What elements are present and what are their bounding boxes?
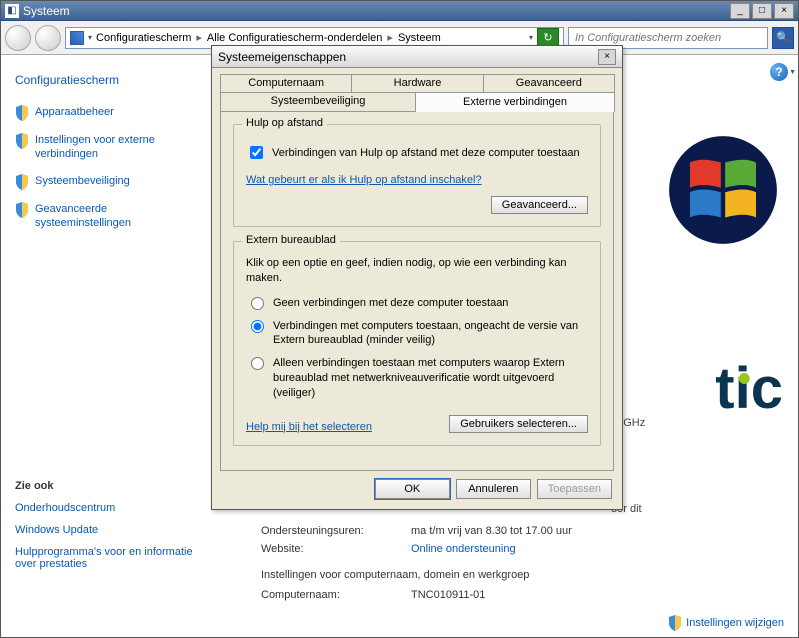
control-panel-home-link[interactable]: Configuratiescherm xyxy=(15,73,197,87)
rd-option-nla-label: Alleen verbindingen toestaan met compute… xyxy=(273,356,588,401)
maximize-button[interactable]: □ xyxy=(752,3,772,19)
sidebar-task-remote-settings[interactable]: Instellingen voor externe verbindingen xyxy=(15,133,197,162)
windows-logo xyxy=(668,135,778,245)
computer-name-value: TNC010911-01 xyxy=(411,589,485,601)
tab-hardware[interactable]: Hardware xyxy=(351,74,483,92)
see-also-heading: Zie ook xyxy=(15,480,197,492)
shield-icon xyxy=(15,202,29,218)
remote-assistance-group: Hulp op afstand Verbindingen van Hulp op… xyxy=(233,124,601,227)
system-info: Ondersteuningsuren: ma t/m vrij van 8.30… xyxy=(261,525,778,607)
computer-name-label: Computernaam: xyxy=(261,589,411,601)
computer-name-section-heading: Instellingen voor computernaam, domein e… xyxy=(261,569,778,581)
remote-assistance-help-link[interactable]: Wat gebeurt er als ik Hulp op afstand in… xyxy=(246,174,588,186)
dialog-titlebar: Systeemeigenschappen × xyxy=(212,46,622,68)
dialog-close-button[interactable]: × xyxy=(598,49,616,65)
rd-option-any-radio[interactable] xyxy=(251,320,264,333)
help-dropdown-icon[interactable]: ▼ xyxy=(789,69,796,76)
see-also-action-center[interactable]: Onderhoudscentrum xyxy=(15,502,197,514)
sidebar-task-device-manager[interactable]: Apparaatbeheer xyxy=(15,105,197,121)
tab-advanced[interactable]: Geavanceerd xyxy=(483,74,615,92)
online-support-link[interactable]: Online ondersteuning xyxy=(411,543,516,555)
tic-logo: ti•c xyxy=(715,355,783,422)
allow-remote-assistance-label: Verbindingen van Hulp op afstand met dez… xyxy=(272,147,580,159)
select-users-button[interactable]: Gebruikers selecteren... xyxy=(449,415,588,433)
help-icon[interactable]: ? xyxy=(770,63,788,81)
support-hours-label: Ondersteuningsuren: xyxy=(261,525,411,537)
breadcrumb[interactable]: Configuratiescherm xyxy=(96,32,191,44)
ok-button[interactable]: OK xyxy=(375,479,450,499)
see-also-windows-update[interactable]: Windows Update xyxy=(15,524,197,536)
change-settings-link[interactable]: Instellingen wijzigen xyxy=(668,615,784,631)
remote-desktop-description: Klik op een optie en geef, indien nodig,… xyxy=(246,256,588,286)
tab-computer-name[interactable]: Computernaam xyxy=(220,74,352,92)
website-label: Website: xyxy=(261,543,411,555)
breadcrumb[interactable]: Systeem xyxy=(398,32,441,44)
shield-icon xyxy=(15,105,29,121)
cancel-button[interactable]: Annuleren xyxy=(456,479,531,499)
support-hours-value: ma t/m vrij van 8.30 tot 17.00 uur xyxy=(411,525,572,537)
system-icon: ◧ xyxy=(5,4,19,18)
apply-button: Toepassen xyxy=(537,479,612,499)
see-also-performance[interactable]: Hulpprogramma's voor en informatie over … xyxy=(15,546,197,570)
sidebar-item-label: Instellingen voor externe verbindingen xyxy=(35,133,197,162)
tab-panel-remote: Hulp op afstand Verbindingen van Hulp op… xyxy=(220,111,614,471)
dialog-footer: OK Annuleren Toepassen xyxy=(212,471,622,509)
breadcrumb[interactable]: Alle Configuratiescherm-onderdelen xyxy=(207,32,382,44)
rd-option-any-label: Verbindingen met computers toestaan, ong… xyxy=(273,319,588,349)
remote-assistance-legend: Hulp op afstand xyxy=(242,117,327,129)
minimize-button[interactable]: _ xyxy=(730,3,750,19)
tab-remote[interactable]: Externe verbindingen xyxy=(415,92,615,112)
forward-button[interactable] xyxy=(35,25,61,51)
remote-desktop-group: Extern bureaublad Klik op een optie en g… xyxy=(233,241,601,446)
system-properties-dialog: Systeemeigenschappen × Computernaam Hard… xyxy=(211,45,623,510)
sidebar-item-label: Apparaatbeheer xyxy=(35,105,114,119)
sidebar: Configuratiescherm Apparaatbeheer Instel… xyxy=(1,55,211,637)
allow-remote-assistance-checkbox[interactable] xyxy=(250,146,263,159)
sidebar-item-label: Geavanceerde systeeminstellingen xyxy=(35,202,197,231)
remote-assistance-advanced-button[interactable]: Geavanceerd... xyxy=(491,196,588,214)
rd-option-none-label: Geen verbindingen met deze computer toes… xyxy=(273,296,588,311)
rd-option-nla-radio[interactable] xyxy=(251,357,264,370)
system-window: ◧ Systeem _ □ × ▾ Configuratiescherm ▸ A… xyxy=(0,0,799,638)
back-button[interactable] xyxy=(5,25,31,51)
control-panel-icon xyxy=(70,31,84,45)
shield-icon xyxy=(668,615,682,631)
shield-icon xyxy=(15,174,29,190)
dialog-title: Systeemeigenschappen xyxy=(218,50,346,64)
help-me-choose-link[interactable]: Help mij bij het selecteren xyxy=(246,421,372,433)
sidebar-item-label: Systeembeveiliging xyxy=(35,174,130,188)
sidebar-task-advanced-settings[interactable]: Geavanceerde systeeminstellingen xyxy=(15,202,197,231)
sidebar-task-system-protection[interactable]: Systeembeveiliging xyxy=(15,174,197,190)
window-title: Systeem xyxy=(23,4,730,18)
rd-option-none-radio[interactable] xyxy=(251,297,264,310)
close-button[interactable]: × xyxy=(774,3,794,19)
tab-system-protection[interactable]: Systeembeveiliging xyxy=(220,92,416,111)
titlebar: ◧ Systeem _ □ × xyxy=(1,1,798,21)
search-button[interactable]: 🔍 xyxy=(772,27,794,49)
search-input[interactable] xyxy=(569,32,767,44)
remote-desktop-legend: Extern bureaublad xyxy=(242,234,340,246)
shield-icon xyxy=(15,133,29,149)
